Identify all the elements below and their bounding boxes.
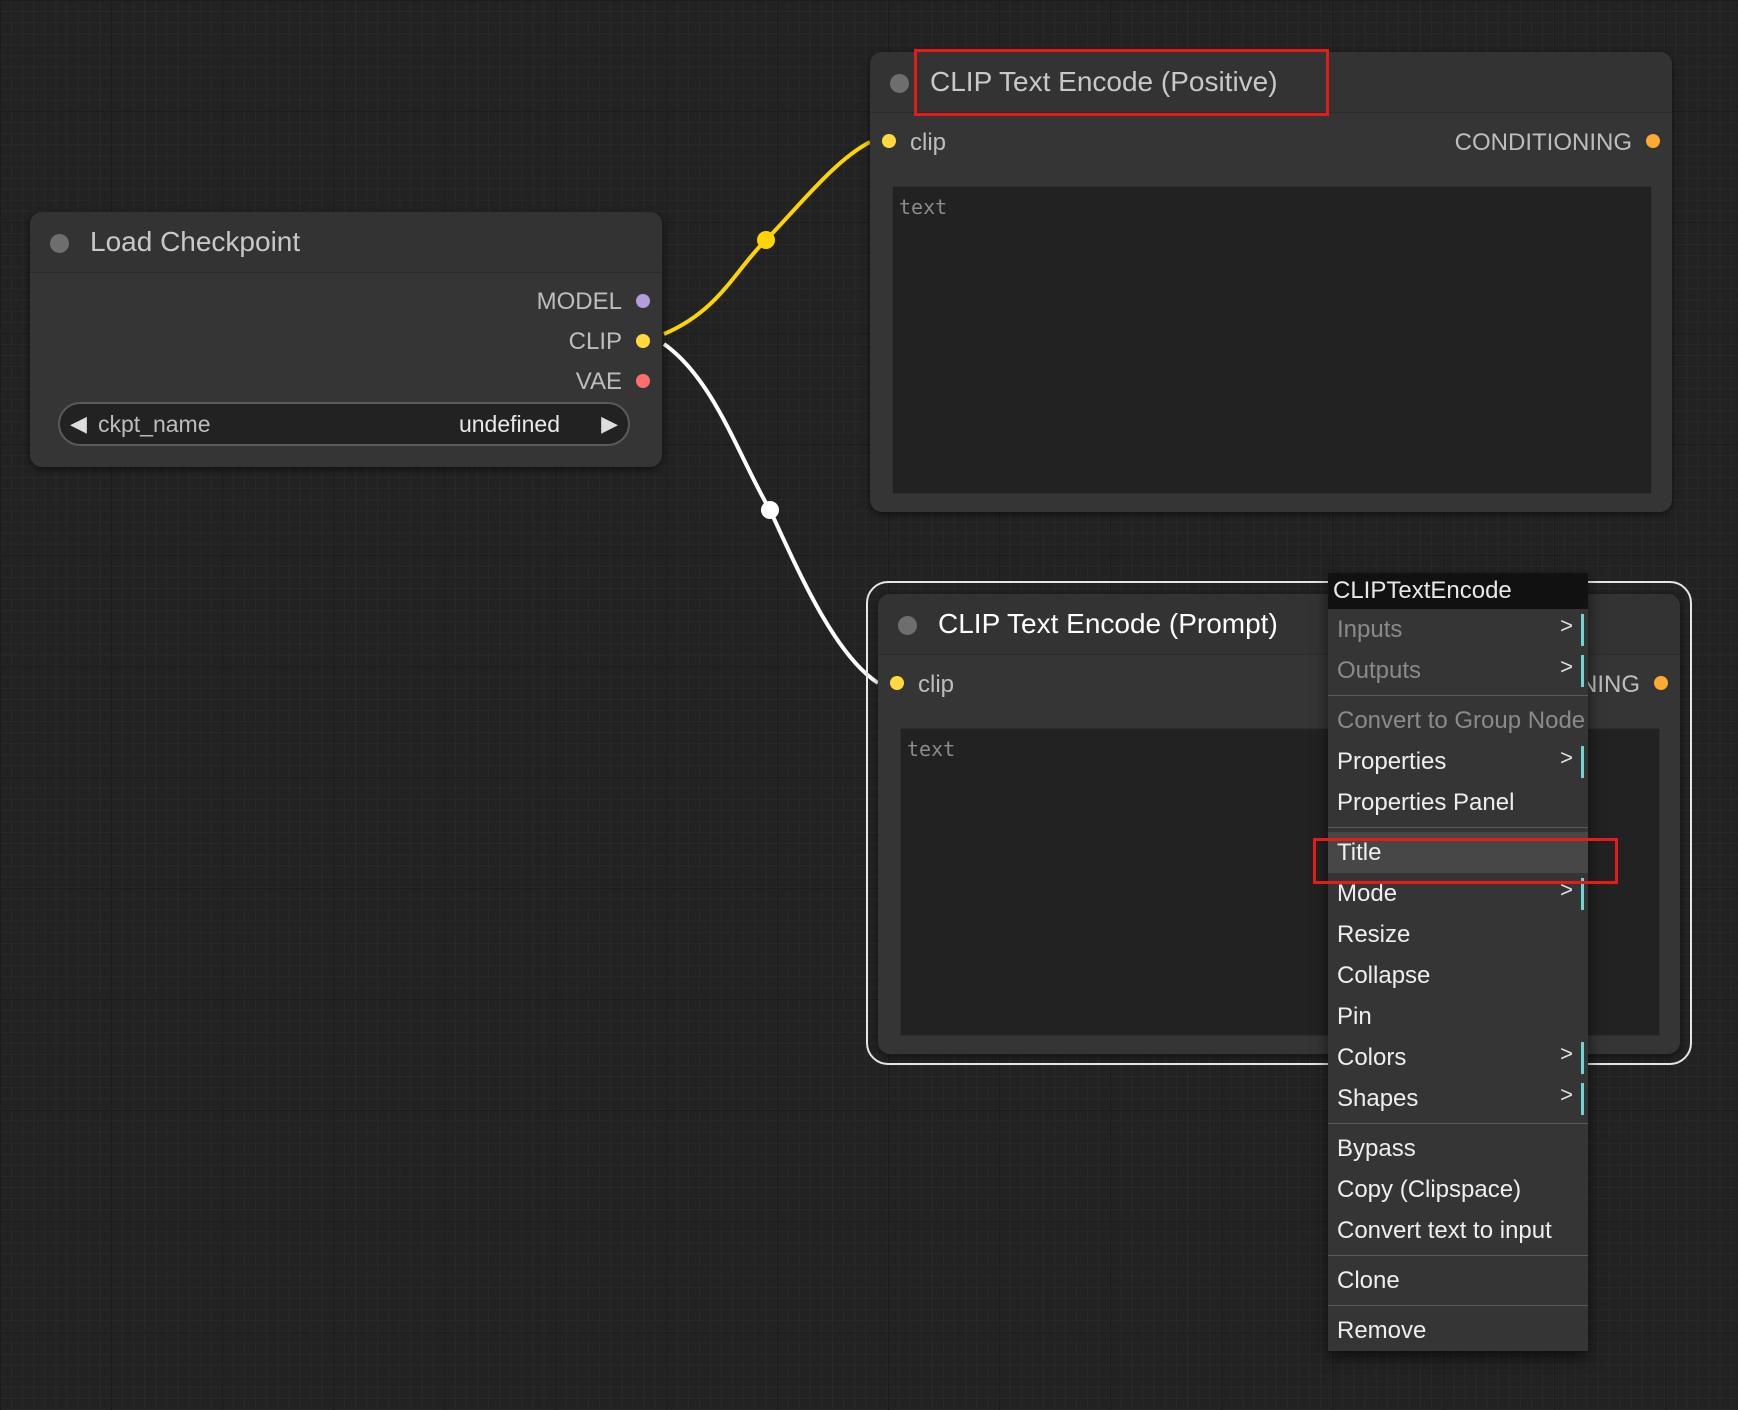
collapse-dot[interactable] — [890, 74, 909, 93]
menu-item-label: Convert to Group Node — [1337, 707, 1586, 734]
text-input[interactable]: text — [892, 186, 1652, 494]
output-slot-clip[interactable] — [636, 334, 650, 348]
menu-item-resize[interactable]: Resize — [1328, 914, 1588, 955]
menu-item-label: Copy (Clipspace) — [1337, 1176, 1522, 1203]
output-slot-conditioning[interactable] — [1654, 676, 1668, 690]
submenu-arrow-icon: > — [1560, 745, 1573, 770]
output-label-conditioning: NING — [1580, 671, 1640, 698]
menu-separator — [1328, 691, 1588, 700]
submenu-arrow-icon: > — [1560, 654, 1573, 679]
menu-item-label: Collapse — [1337, 962, 1431, 989]
combo-next-arrow-icon[interactable]: ▶ — [601, 411, 618, 437]
menu-separator — [1328, 1119, 1588, 1128]
output-label-model: MODEL — [536, 288, 622, 315]
submenu-marker — [1581, 1083, 1584, 1115]
menu-item-properties-panel[interactable]: Properties Panel — [1328, 782, 1588, 823]
ckpt-name-combo[interactable]: ◀ ckpt_name undefined ▶ — [58, 402, 630, 446]
menu-item-remove[interactable]: Remove — [1328, 1310, 1588, 1351]
submenu-marker — [1581, 1042, 1584, 1074]
input-label-clip: clip — [910, 129, 947, 156]
submenu-arrow-icon: > — [1560, 613, 1573, 638]
graph-canvas[interactable]: Load Checkpoint MODEL CLIP VAE ◀ ckpt_na… — [0, 0, 1738, 1410]
menu-item-copy-clipspace[interactable]: Copy (Clipspace) — [1328, 1169, 1588, 1210]
input-label-clip: clip — [918, 671, 955, 698]
combo-label: ckpt_name — [98, 411, 211, 437]
output-slot-conditioning[interactable] — [1646, 134, 1660, 148]
menu-item-label: Properties — [1337, 748, 1447, 775]
submenu-marker — [1581, 614, 1584, 646]
combo-prev-arrow-icon[interactable]: ◀ — [70, 411, 87, 437]
menu-item-inputs[interactable]: Inputs > — [1328, 609, 1588, 650]
menu-item-label: Inputs — [1337, 616, 1403, 643]
combo-value: undefined — [458, 411, 560, 437]
submenu-arrow-icon: > — [1560, 1041, 1573, 1066]
menu-item-convert-to-group-node[interactable]: Convert to Group Node — [1328, 700, 1588, 741]
context-menu-title: CLIPTextEncode — [1328, 573, 1588, 609]
output-label-clip: CLIP — [568, 328, 622, 355]
menu-item-pin[interactable]: Pin — [1328, 996, 1588, 1037]
menu-item-label: Clone — [1337, 1267, 1400, 1294]
clip-link-prompt-midpoint[interactable] — [761, 501, 779, 519]
output-slot-model[interactable] — [636, 294, 650, 308]
input-slot-clip[interactable] — [890, 676, 904, 690]
menu-item-label: Mode — [1337, 880, 1398, 907]
node-context-menu[interactable]: CLIPTextEncode Inputs > Outputs > Convert to… — [1328, 573, 1588, 1351]
submenu-arrow-icon: > — [1560, 1082, 1573, 1107]
output-label-conditioning: CONDITIONING — [1454, 129, 1632, 156]
title-highlight-box — [914, 49, 1329, 116]
submenu-marker — [1581, 655, 1584, 687]
node-header[interactable]: Load Checkpoint — [30, 212, 662, 273]
menu-separator — [1328, 823, 1588, 832]
menu-item-clone[interactable]: Clone — [1328, 1260, 1588, 1301]
submenu-marker — [1581, 746, 1584, 778]
menu-item-label: Shapes — [1337, 1085, 1419, 1112]
menu-item-properties[interactable]: Properties > — [1328, 741, 1588, 782]
menu-item-label: Properties Panel — [1337, 789, 1515, 816]
menu-item-label: Resize — [1337, 921, 1411, 948]
menu-item-colors[interactable]: Colors > — [1328, 1037, 1588, 1078]
menu-title-highlight-box — [1313, 838, 1618, 884]
menu-item-label: Pin — [1337, 1003, 1372, 1030]
menu-item-bypass[interactable]: Bypass — [1328, 1128, 1588, 1169]
menu-item-label: Bypass — [1337, 1135, 1416, 1162]
menu-item-label: Remove — [1337, 1317, 1427, 1344]
collapse-dot[interactable] — [898, 616, 917, 635]
node-title: Load Checkpoint — [90, 226, 301, 257]
menu-item-label: Convert text to input — [1337, 1217, 1552, 1244]
menu-item-collapse[interactable]: Collapse — [1328, 955, 1588, 996]
menu-item-label: Outputs — [1337, 657, 1422, 684]
output-slot-vae[interactable] — [636, 374, 650, 388]
collapse-dot[interactable] — [50, 234, 69, 253]
menu-item-convert-text-to-input[interactable]: Convert text to input — [1328, 1210, 1588, 1251]
input-slot-clip[interactable] — [882, 134, 896, 148]
clip-text-encode-positive-node[interactable]: CLIP Text Encode (Positive) clip CONDITI… — [870, 52, 1672, 512]
load-checkpoint-node[interactable]: Load Checkpoint MODEL CLIP VAE ◀ ckpt_na… — [30, 212, 662, 467]
menu-item-label: Colors — [1337, 1044, 1407, 1071]
clip-link-positive-midpoint[interactable] — [757, 231, 775, 249]
menu-item-outputs[interactable]: Outputs > — [1328, 650, 1588, 691]
output-label-vae: VAE — [575, 368, 622, 395]
menu-separator — [1328, 1301, 1588, 1310]
menu-item-shapes[interactable]: Shapes > — [1328, 1078, 1588, 1119]
menu-separator — [1328, 1251, 1588, 1260]
node-title: CLIP Text Encode (Prompt) — [938, 608, 1278, 639]
